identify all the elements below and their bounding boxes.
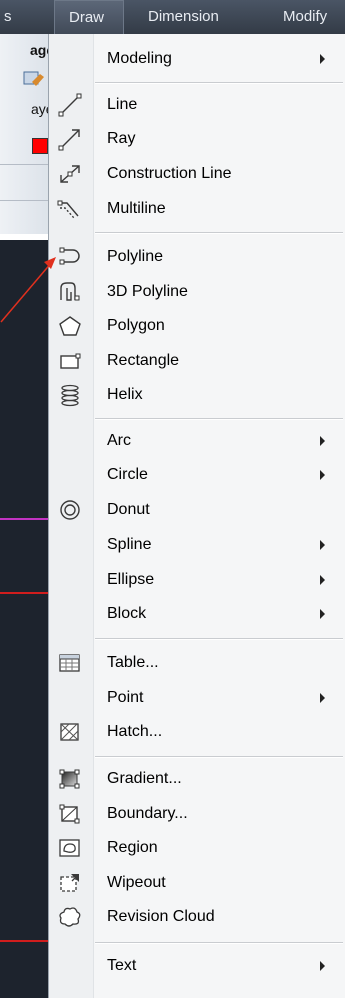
menu-separator	[95, 756, 343, 758]
layer-color-swatch[interactable]	[32, 138, 48, 154]
submenu-arrow-icon	[320, 609, 325, 619]
menu-item-label: Region	[107, 839, 158, 856]
menu-item-label: Spline	[107, 536, 152, 553]
menu-item-label: Rectangle	[107, 352, 180, 369]
menu-separator	[95, 418, 343, 420]
menubar-item-draw[interactable]: Draw	[54, 0, 124, 34]
menu-item-label: Polygon	[107, 317, 165, 334]
menu-item-label: Circle	[107, 466, 148, 483]
menu-item-polygon[interactable]: Polygon	[49, 309, 345, 343]
menu-separator	[95, 942, 343, 944]
table-icon	[57, 651, 83, 675]
submenu-arrow-icon	[320, 693, 325, 703]
ray-icon	[57, 127, 83, 151]
menu-item-label: Table...	[107, 654, 159, 671]
menu-item-label: Revision Cloud	[107, 908, 215, 925]
gradient-icon	[57, 767, 83, 791]
menu-item-block[interactable]: Block	[49, 597, 345, 631]
menu-item-polyline[interactable]: Polyline	[49, 240, 345, 274]
menu-item-label: Point	[107, 689, 144, 706]
menu-item-circle[interactable]: Circle	[49, 458, 345, 492]
menu-separator	[95, 638, 343, 640]
donut-icon	[57, 498, 83, 522]
polygon-icon	[57, 314, 83, 338]
paintbrush-icon[interactable]	[22, 68, 46, 90]
polyline-icon	[57, 245, 83, 269]
menu-item-wipeout[interactable]: Wipeout	[49, 866, 345, 900]
submenu-arrow-icon	[320, 436, 325, 446]
menubar-item-truncated[interactable]: s	[0, 0, 18, 34]
menu-item-boundary[interactable]: Boundary...	[49, 797, 345, 831]
submenu-arrow-icon	[320, 540, 325, 550]
menu-item-label: 3D Polyline	[107, 283, 188, 300]
submenu-arrow-icon	[320, 470, 325, 480]
submenu-arrow-icon	[320, 575, 325, 585]
menu-item-hatch[interactable]: Hatch...	[49, 715, 345, 749]
menu-item-multiline[interactable]: Multiline	[49, 192, 345, 226]
menu-item-arc[interactable]: Arc	[49, 424, 345, 458]
menu-item-label: Multiline	[107, 200, 166, 217]
menu-item-label: Polyline	[107, 248, 164, 265]
menu-item-label: Helix	[107, 386, 143, 403]
toolbar-divider	[0, 164, 48, 165]
menu-item-rectangle[interactable]: Rectangle	[49, 344, 345, 378]
menu-item-label: Modeling	[107, 50, 172, 67]
menu-item-label: Construction Line	[107, 165, 232, 182]
background-toolbar: age aye	[0, 34, 54, 234]
drawing-area[interactable]	[0, 240, 48, 998]
menubar-item-modify[interactable]: Modify	[283, 0, 327, 34]
menu-item-label: Boundary...	[107, 805, 188, 822]
menu-item-label: Text	[107, 957, 137, 974]
construction-line-icon	[57, 162, 83, 186]
menu-item-label: Gradient...	[107, 770, 182, 787]
menu-item-region[interactable]: Region	[49, 831, 345, 865]
menu-item-revision-cloud[interactable]: Revision Cloud	[49, 900, 345, 934]
wipeout-icon	[57, 871, 83, 895]
menu-item-text[interactable]: Text	[49, 949, 345, 983]
menu-item-label: Ray	[107, 130, 136, 147]
menu-item-line[interactable]: Line	[49, 88, 345, 122]
helix-icon	[57, 383, 83, 407]
menu-item-helix[interactable]: Helix	[49, 378, 345, 412]
menu-item-table[interactable]: Table...	[49, 646, 345, 680]
submenu-arrow-icon	[320, 54, 325, 64]
rectangle-icon	[57, 349, 83, 373]
drawing-line-red	[0, 592, 48, 594]
revision-cloud-icon	[57, 905, 83, 929]
menu-item-label: Ellipse	[107, 571, 155, 588]
toolbar-divider	[0, 200, 48, 201]
menu-item-donut[interactable]: Donut	[49, 493, 345, 527]
line-icon	[57, 93, 83, 117]
multiline-icon	[57, 197, 83, 221]
menu-item-point[interactable]: Point	[49, 681, 345, 715]
menu-item-modeling[interactable]: Modeling	[49, 42, 345, 76]
boundary-icon	[57, 802, 83, 826]
menubar-item-dimension[interactable]: Dimension	[148, 0, 219, 34]
3d-polyline-icon	[57, 280, 83, 304]
menu-item-ray[interactable]: Ray	[49, 122, 345, 156]
menu-item-3d-polyline[interactable]: 3D Polyline	[49, 275, 345, 309]
menu-item-label: Block	[107, 605, 147, 622]
menu-item-construction-line[interactable]: Construction Line	[49, 157, 345, 191]
draw-menu: Modeling Line Ray Construction Line Mult…	[48, 34, 345, 998]
menu-separator	[95, 82, 343, 84]
menu-item-label: Wipeout	[107, 874, 166, 891]
menu-separator	[95, 232, 343, 234]
drawing-line-red	[0, 940, 48, 942]
hatch-icon	[57, 720, 83, 744]
menu-item-label: Donut	[107, 501, 150, 518]
menu-item-label: Line	[107, 96, 138, 113]
menubar: s Draw Dimension Modify	[0, 0, 345, 34]
menu-item-label: Hatch...	[107, 723, 163, 740]
menu-item-ellipse[interactable]: Ellipse	[49, 563, 345, 597]
drawing-line-magenta	[0, 518, 48, 520]
menu-item-gradient[interactable]: Gradient...	[49, 762, 345, 796]
region-icon	[57, 836, 83, 860]
menu-item-spline[interactable]: Spline	[49, 528, 345, 562]
submenu-arrow-icon	[320, 961, 325, 971]
menu-item-label: Arc	[107, 432, 131, 449]
